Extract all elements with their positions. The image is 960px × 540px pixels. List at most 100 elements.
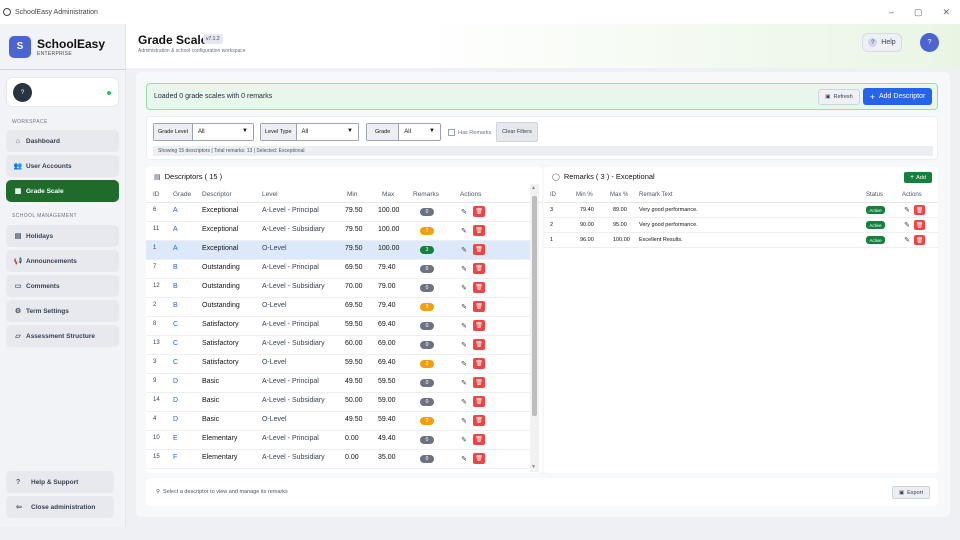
chevron-down-icon: ▼: [429, 128, 435, 134]
table-row[interactable]: 12 B Outstanding A-Level - Subsidiary 70.00 7…: [146, 279, 530, 298]
table-row[interactable]: 1 A Exceptional O-Level 79.50 100.00 3 ✎ 🗑: [146, 241, 530, 260]
cell-id: 10: [153, 435, 160, 441]
help-button[interactable]: ? Help: [862, 33, 902, 52]
table-row[interactable]: 11 A Exceptional A-Level - Subsidiary 79.50 1…: [146, 222, 530, 241]
sidebar-item-term-settings[interactable]: ⚙ Term Settings: [6, 300, 119, 322]
edit-icon[interactable]: ✎: [459, 283, 469, 293]
table-row[interactable]: 6 A Exceptional A-Level - Principal 79.50 100…: [146, 203, 530, 222]
scrollbar[interactable]: ▲ ▼: [530, 184, 539, 472]
edit-icon[interactable]: ✎: [902, 235, 912, 245]
cell-level: A-Level - Subsidiary: [262, 283, 325, 290]
edit-icon[interactable]: ✎: [459, 416, 469, 426]
edit-icon[interactable]: ✎: [459, 359, 469, 369]
delete-icon[interactable]: 🗑: [473, 358, 485, 369]
sidebar-item-announcements[interactable]: 📢 Announcements: [6, 250, 119, 272]
table-row[interactable]: 2 B Outstanding O-Level 69.50 79.40 3 ✎ 🗑: [146, 298, 530, 317]
add-remark-button[interactable]: + Add: [904, 172, 932, 183]
sidebar-item-assessment-structure[interactable]: ▱ Assessment Structure: [6, 325, 119, 347]
refresh-button[interactable]: ▣ Refresh: [818, 89, 860, 105]
clear-filters-button[interactable]: Clear Filters: [496, 122, 538, 142]
close-administration-button[interactable]: ⇦ Close administration: [6, 496, 114, 518]
table-row[interactable]: 1 96.00 100.00 Excellent Results. Active ✎ 🗑: [544, 233, 938, 248]
table-row[interactable]: 3 C Satisfactory O-Level 59.50 69.40 2 ✎ 🗑: [146, 355, 530, 374]
cell-descriptor: Basic: [202, 397, 220, 404]
delete-icon[interactable]: 🗑: [914, 205, 925, 215]
edit-icon[interactable]: ✎: [459, 207, 469, 217]
table-row[interactable]: 9 D Basic A-Level - Principal 49.50 59.50 0 ✎ 🗑: [146, 374, 530, 393]
sidebar-item-comments[interactable]: ▭ Comments: [6, 275, 119, 297]
avatar[interactable]: ?: [920, 33, 939, 52]
table-row[interactable]: 14 D Basic A-Level - Subsidiary 50.00 59.00 0 ✎…: [146, 393, 530, 412]
table-row[interactable]: 3 79.40 89.00 Very good performance. Active ✎…: [544, 203, 938, 218]
column-header: Status: [866, 192, 884, 198]
delete-icon[interactable]: 🗑: [914, 220, 925, 230]
scroll-up-icon[interactable]: ▲: [531, 185, 536, 191]
table-icon: ▤: [154, 173, 161, 181]
cell-min: 79.50: [345, 207, 363, 214]
exit-icon: ⇦: [16, 504, 22, 511]
level-type-filter[interactable]: Level Type All ▼: [260, 123, 359, 141]
edit-icon[interactable]: ✎: [459, 454, 469, 464]
cell-min: 49.50: [345, 416, 363, 423]
sidebar-item-holidays[interactable]: ▤ Holidays: [6, 225, 119, 247]
edit-icon[interactable]: ✎: [459, 435, 469, 445]
cell-min: 49.50: [345, 378, 363, 385]
delete-icon[interactable]: 🗑: [473, 339, 485, 350]
edit-icon[interactable]: ✎: [459, 245, 469, 255]
grade-value: All: [404, 129, 411, 135]
sidebar-item-dashboard[interactable]: ⌂ Dashboard: [6, 130, 119, 152]
edit-icon[interactable]: ✎: [459, 264, 469, 274]
cell-min: 0.00: [345, 435, 359, 442]
table-row[interactable]: 4 D Basic O-Level 49.50 59.40 2 ✎ 🗑: [146, 412, 530, 431]
has-remarks-checkbox[interactable]: Has Remarks: [448, 129, 491, 136]
comment-icon: ▭: [14, 283, 22, 290]
grade-filter[interactable]: Grade All ▼: [366, 123, 441, 141]
delete-icon[interactable]: 🗑: [473, 225, 485, 236]
edit-icon[interactable]: ✎: [459, 321, 469, 331]
sidebar-item-user-accounts[interactable]: 👥 User Accounts: [6, 155, 119, 177]
delete-icon[interactable]: 🗑: [473, 415, 485, 426]
delete-icon[interactable]: 🗑: [473, 453, 485, 464]
level-type-value: All: [301, 129, 309, 135]
edit-icon[interactable]: ✎: [459, 226, 469, 236]
table-row[interactable]: 7 B Outstanding A-Level - Principal 69.50 79.…: [146, 260, 530, 279]
scroll-down-icon[interactable]: ▼: [531, 464, 536, 470]
table-row[interactable]: 2 90.00 95.00 Very good performance. Active ✎…: [544, 218, 938, 233]
sidebar-item-grade-scale[interactable]: ▦ Grade Scale: [6, 180, 119, 202]
delete-icon[interactable]: 🗑: [473, 282, 485, 293]
delete-icon[interactable]: 🗑: [473, 263, 485, 274]
user-card[interactable]: ?: [6, 77, 119, 107]
edit-icon[interactable]: ✎: [902, 205, 912, 215]
help-support-button[interactable]: ? Help & Support: [6, 471, 114, 493]
scroll-thumb[interactable]: [532, 196, 537, 416]
grade-level-filter[interactable]: Grade Level All ▼: [153, 123, 254, 141]
delete-icon[interactable]: 🗑: [473, 206, 485, 217]
close-icon[interactable]: ✕: [942, 7, 950, 18]
delete-icon[interactable]: 🗑: [473, 377, 485, 388]
minimize-icon[interactable]: –: [889, 7, 894, 18]
export-button[interactable]: ▣ Export: [892, 486, 930, 499]
edit-icon[interactable]: ✎: [459, 378, 469, 388]
checkbox-box[interactable]: [448, 129, 455, 136]
cell-min: 70.00: [345, 283, 363, 290]
delete-icon[interactable]: 🗑: [473, 396, 485, 407]
table-row[interactable]: 8 C Satisfactory A-Level - Principal 59.50 69…: [146, 317, 530, 336]
delete-icon[interactable]: 🗑: [914, 235, 925, 245]
edit-icon[interactable]: ✎: [902, 220, 912, 230]
edit-icon[interactable]: ✎: [459, 397, 469, 407]
table-row[interactable]: 13 C Satisfactory A-Level - Subsidiary 60.00…: [146, 336, 530, 355]
cell-grade: C: [173, 321, 179, 328]
delete-icon[interactable]: 🗑: [473, 301, 485, 312]
delete-icon[interactable]: 🗑: [473, 434, 485, 445]
add-descriptor-button[interactable]: + Add Descriptor: [863, 88, 932, 105]
edit-icon[interactable]: ✎: [459, 302, 469, 312]
cell-id: 11: [153, 226, 160, 232]
delete-icon[interactable]: 🗑: [473, 320, 485, 331]
maximize-icon[interactable]: ▢: [914, 7, 923, 18]
table-row[interactable]: 15 F Elementary A-Level - Subsidiary 0.00 35.…: [146, 450, 530, 469]
cell-max: 100.00: [378, 226, 400, 233]
delete-icon[interactable]: 🗑: [473, 244, 485, 255]
table-row[interactable]: 10 E Elementary A-Level - Principal 0.00 49.4…: [146, 431, 530, 450]
edit-icon[interactable]: ✎: [459, 340, 469, 350]
cell-descriptor: Outstanding: [202, 283, 240, 290]
